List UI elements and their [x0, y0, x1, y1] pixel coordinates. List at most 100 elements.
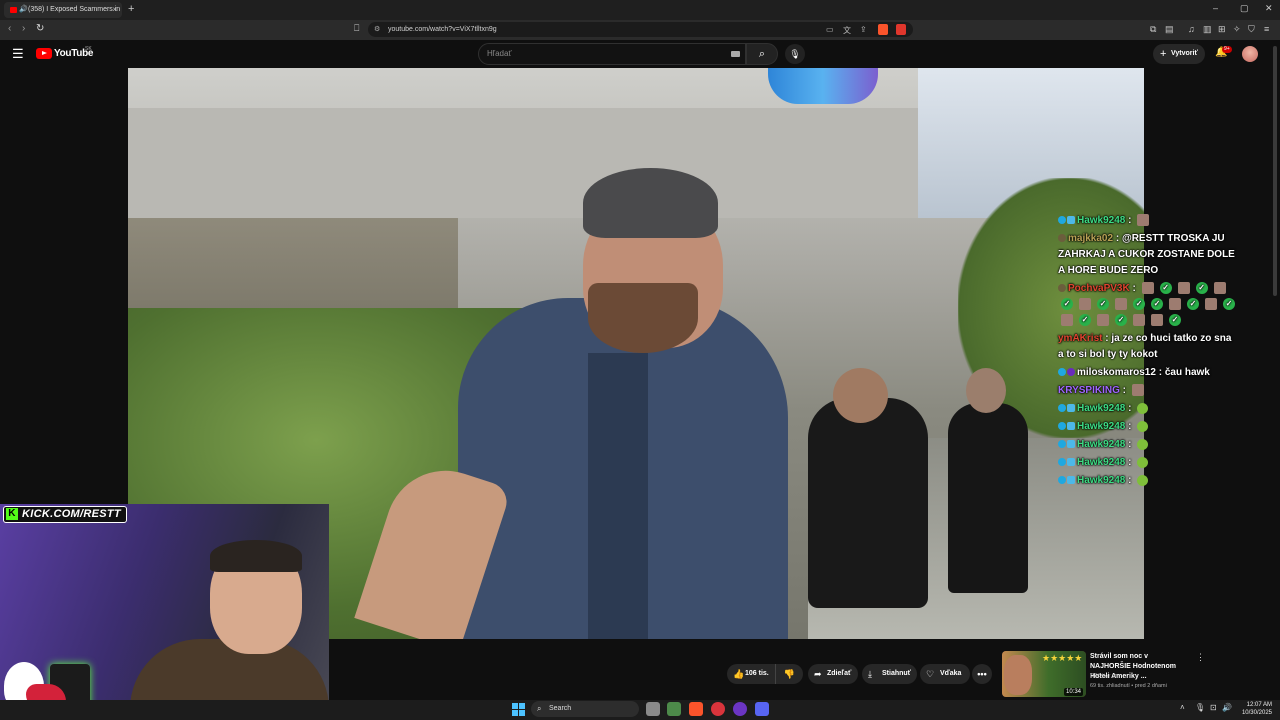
check-emote-icon: ✓ — [1187, 298, 1199, 311]
check-emote-icon: ✓ — [1061, 298, 1073, 311]
cast-icon[interactable]: ▭ — [826, 25, 834, 34]
chat-username[interactable]: Hawk9248 — [1077, 475, 1125, 486]
chat-username[interactable]: Hawk9248 — [1077, 439, 1125, 450]
share-button[interactable]: ➦ Zdieľať — [808, 664, 858, 684]
thumbnail-face — [1004, 655, 1032, 695]
wallet-icon[interactable]: ▤ — [1165, 24, 1174, 35]
chat-username[interactable]: PochvaPV3K — [1068, 283, 1130, 294]
network-icon[interactable]: ⊡ — [1210, 703, 1217, 712]
chat-username[interactable]: Hawk9248 — [1077, 457, 1125, 468]
window-close-button[interactable]: ✕ — [1265, 3, 1273, 14]
download-button[interactable]: ⤓ Stiahnuť — [862, 664, 917, 684]
create-button[interactable]: + Vytvoriť — [1153, 44, 1205, 64]
vpn-icon[interactable]: ⛉ — [1248, 24, 1255, 35]
site-info-icon[interactable]: ⚙ — [374, 22, 380, 37]
discord-icon[interactable] — [755, 702, 769, 716]
face-emote-icon — [1061, 314, 1073, 327]
reload-icon[interactable]: ↻ — [36, 23, 44, 34]
brave-rewards-icon[interactable] — [896, 24, 906, 35]
task-view-icon[interactable] — [646, 702, 660, 716]
volume-icon[interactable]: 🔊 — [1222, 703, 1232, 712]
ball-emote-icon — [1137, 438, 1149, 450]
chat-username[interactable]: ymAKrist — [1058, 333, 1102, 344]
chat-badge-icon — [1067, 476, 1075, 485]
kick-channel-banner: K KICK.COM/RESTT — [3, 506, 127, 523]
thanks-button[interactable]: ♡ Vďaka — [920, 664, 970, 684]
keyboard-icon[interactable] — [731, 51, 740, 57]
video-bystander-woman — [808, 398, 928, 608]
chat-username[interactable]: majkka02 — [1068, 233, 1113, 244]
chat-badge-icon — [1058, 368, 1066, 377]
chat-message: KRYSPIKING : — [1058, 382, 1238, 400]
address-bar-url: youtube.com/watch?v=ViX7tlltxn9g — [388, 26, 497, 33]
extensions-icon[interactable]: ⧉ — [1150, 24, 1156, 35]
app-icon[interactable] — [667, 702, 681, 716]
app-icon[interactable] — [733, 702, 747, 716]
sidebar-icon[interactable]: ▥ — [1203, 24, 1212, 35]
recommended-video-meta: 69 tis. zhliadnutí • pred 2 dňami — [1090, 683, 1167, 689]
new-tab-button[interactable]: + — [128, 3, 134, 15]
chat-badge-icon — [1067, 404, 1075, 413]
chat-separator: : — [1113, 233, 1122, 244]
share-arrow-icon: ➦ — [814, 669, 822, 679]
taskbar-clock[interactable]: 12:07 AM 10/30/2025 — [1238, 701, 1272, 717]
share-label: Zdieľať — [827, 670, 852, 677]
chat-message: Hawk9248 : — [1058, 418, 1238, 436]
browser-menu-icon[interactable]: ≡ — [1264, 24, 1269, 34]
bookmark-icon[interactable]: ⎕ — [354, 23, 359, 34]
chat-message: Hawk9248 : — [1058, 436, 1238, 454]
share-page-icon[interactable]: ⇪ — [860, 25, 867, 34]
dislike-button[interactable]: 👎 — [775, 664, 803, 684]
page-scrollbar[interactable] — [1273, 46, 1277, 296]
voice-search-button[interactable]: 🎙 — [785, 44, 805, 64]
chrome-icon[interactable] — [711, 702, 725, 716]
like-button[interactable]: 👍 106 tis. — [727, 664, 775, 684]
plus-icon: + — [1160, 48, 1167, 60]
video-mural — [768, 68, 878, 104]
music-icon[interactable]: ♫ — [1188, 24, 1195, 34]
search-button[interactable]: ⌕ — [746, 43, 778, 65]
recommended-video-channel[interactable]: PPPiter ✔ — [1090, 673, 1117, 680]
youtube-logo-icon[interactable] — [36, 48, 52, 59]
recommended-video-menu-icon[interactable]: ⋮ — [1196, 652, 1205, 663]
window-maximize-button[interactable]: ▢ — [1240, 3, 1249, 14]
tray-chevron-icon[interactable]: ˄ — [1180, 703, 1185, 712]
chat-username[interactable]: miloskomaros12 — [1077, 367, 1156, 378]
like-count: 106 tis. — [745, 670, 769, 677]
chat-badge-icon — [1058, 284, 1066, 293]
brave-shield-icon[interactable] — [878, 24, 888, 35]
chat-username[interactable]: Hawk9248 — [1077, 403, 1125, 414]
tab-search-icon[interactable]: ⊞ — [1218, 24, 1226, 35]
tab-close-icon[interactable]: × — [112, 2, 117, 18]
translate-icon[interactable]: 文 — [843, 25, 851, 36]
leo-icon[interactable]: ✧ — [1233, 24, 1241, 35]
chat-username[interactable]: Hawk9248 — [1077, 215, 1125, 226]
face-emote-icon — [1079, 298, 1091, 311]
download-label: Stiahnuť — [882, 670, 912, 677]
download-icon: ⤓ — [868, 669, 872, 679]
chat-badge-icon — [1067, 458, 1075, 467]
chat-separator: : — [1125, 457, 1135, 468]
forward-arrow-icon[interactable]: › — [22, 23, 25, 34]
browser-tab[interactable]: 🔊 (358) I Exposed Scammers in × — [4, 2, 122, 18]
chat-username[interactable]: Hawk9248 — [1077, 421, 1125, 432]
search-input[interactable]: Hľadať — [478, 43, 746, 65]
audio-playing-icon[interactable]: 🔊 — [19, 2, 28, 18]
back-arrow-icon[interactable]: ‹ — [8, 23, 11, 34]
microphone-tray-icon[interactable]: 🎙 — [1195, 703, 1205, 712]
face-emote-icon — [1169, 298, 1181, 311]
windows-start-icon[interactable] — [511, 702, 525, 716]
account-avatar[interactable] — [1242, 46, 1258, 62]
chat-username[interactable]: KRYSPIKING — [1058, 385, 1120, 396]
recommended-video-duration: 10:34 — [1064, 688, 1084, 696]
hamburger-menu-icon[interactable]: ☰ — [12, 46, 24, 62]
taskbar-search-icon: ⌕ — [537, 704, 542, 713]
window-minimize-button[interactable]: – — [1213, 3, 1218, 13]
taskbar-search-box[interactable]: ⌕ Search — [531, 701, 639, 717]
youtube-favicon-icon — [10, 7, 17, 13]
brave-browser-icon[interactable] — [689, 702, 703, 716]
chat-badge-icon — [1067, 422, 1075, 431]
face-emote-icon — [1133, 314, 1145, 327]
more-actions-button[interactable]: ••• — [972, 664, 992, 684]
search-placeholder: Hľadať — [487, 49, 512, 58]
